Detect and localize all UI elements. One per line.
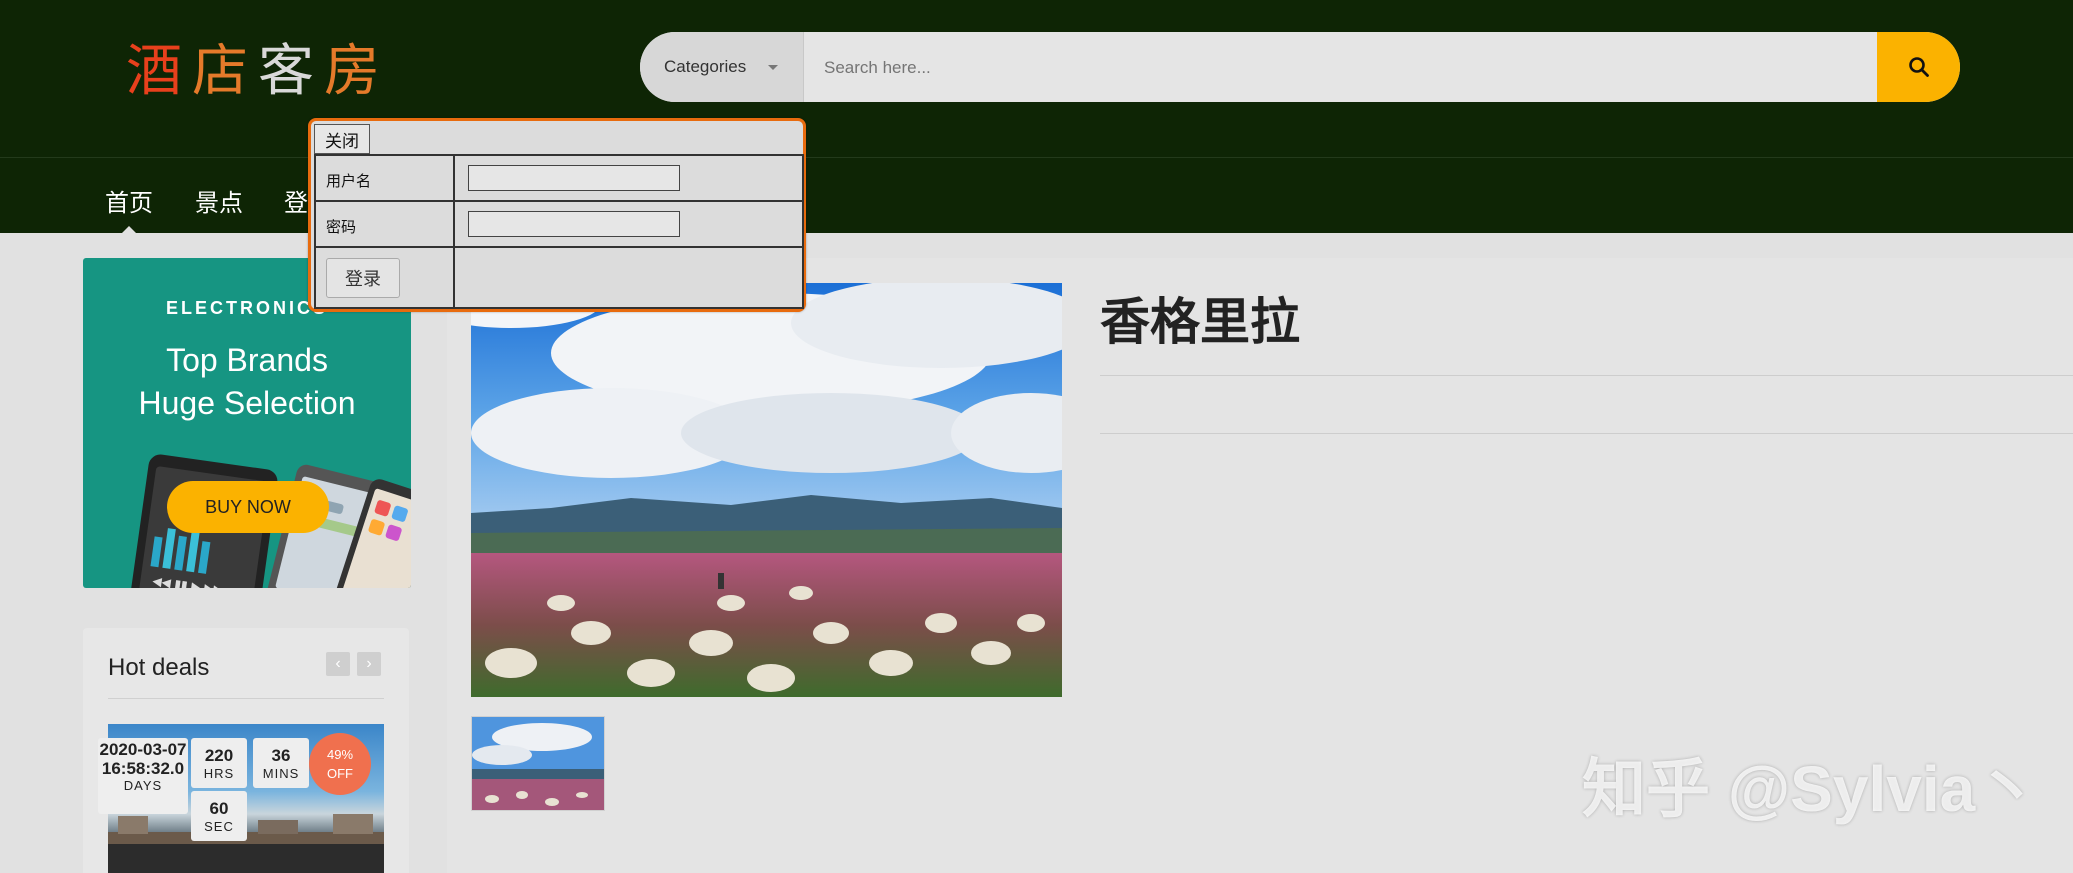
promo-title-line1: Top Brands bbox=[166, 342, 328, 378]
countdown-minutes-unit: MINS bbox=[262, 766, 300, 781]
username-input[interactable] bbox=[468, 165, 680, 191]
close-button[interactable]: 关闭 bbox=[314, 124, 370, 154]
next-arrow-button[interactable]: › bbox=[357, 652, 381, 676]
site-logo[interactable]: 酒店客房 bbox=[126, 26, 390, 107]
countdown-hours: 220 HRS bbox=[191, 738, 247, 788]
nav-item-login[interactable]: 登 bbox=[284, 183, 308, 218]
username-row: 用户名 bbox=[316, 156, 802, 202]
prev-arrow-button[interactable]: ‹ bbox=[326, 652, 350, 676]
countdown-hours-value: 220 bbox=[204, 746, 234, 765]
countdown-seconds-value: 60 bbox=[209, 799, 229, 818]
watermark: 知乎 @Sylvia丶 bbox=[1582, 753, 2040, 825]
discount-percent: 49% bbox=[326, 747, 354, 762]
logo-char: 房 bbox=[324, 39, 390, 104]
promo-title-line2: Huge Selection bbox=[138, 385, 356, 421]
product-main-image[interactable] bbox=[471, 283, 1062, 697]
divider bbox=[1100, 375, 2073, 376]
product-thumbnail[interactable] bbox=[471, 716, 605, 811]
category-select-label: Categories bbox=[664, 57, 747, 76]
login-form-table: 用户名 密码 登录 bbox=[314, 154, 804, 309]
login-button[interactable]: 登录 bbox=[326, 258, 400, 298]
countdown-seconds-unit: SEC bbox=[204, 819, 234, 834]
chevron-right-icon: › bbox=[366, 655, 372, 672]
password-label: 密码 bbox=[326, 218, 357, 236]
hot-deals-title: Hot deals bbox=[108, 654, 210, 681]
nav-item-home[interactable]: 首页 bbox=[105, 183, 153, 218]
chevron-down-icon bbox=[768, 65, 778, 70]
username-label: 用户名 bbox=[326, 172, 372, 190]
divider bbox=[108, 698, 384, 699]
discount-off: OFF bbox=[327, 766, 353, 781]
search-button[interactable] bbox=[1877, 32, 1960, 102]
password-input[interactable] bbox=[468, 211, 680, 237]
search-bar: Categories bbox=[640, 32, 1960, 102]
countdown-days-value: 2020-03-07 16:58:32.0 bbox=[99, 740, 187, 778]
search-input[interactable] bbox=[824, 56, 1724, 80]
discount-badge: 49% OFF bbox=[309, 733, 371, 795]
buy-now-button[interactable]: BUY NOW bbox=[167, 481, 329, 533]
chevron-left-icon: ‹ bbox=[335, 655, 341, 672]
search-icon bbox=[1908, 57, 1929, 77]
login-popup: 关闭 用户名 密码 登录 bbox=[308, 118, 806, 312]
countdown-days: 2020-03-07 16:58:32.0 DAYS bbox=[98, 738, 188, 814]
thumbnail-photo-illustration bbox=[472, 717, 604, 810]
countdown-days-unit: DAYS bbox=[123, 778, 163, 793]
category-select[interactable]: Categories bbox=[640, 32, 804, 102]
product-title: 香格里拉 bbox=[1100, 294, 1300, 350]
logo-char: 客 bbox=[258, 39, 324, 104]
nav-item-attractions[interactable]: 景点 bbox=[195, 183, 243, 218]
countdown-minutes-value: 36 bbox=[271, 746, 291, 765]
nav-active-indicator bbox=[121, 226, 137, 234]
divider bbox=[1100, 433, 2073, 434]
landscape-photo-illustration bbox=[471, 283, 1062, 697]
countdown-minutes: 36 MINS bbox=[253, 738, 309, 788]
password-row: 密码 bbox=[316, 202, 802, 248]
logo-char: 酒 bbox=[126, 39, 192, 104]
countdown-hours-unit: HRS bbox=[203, 766, 235, 781]
table-column-divider bbox=[453, 154, 455, 309]
submit-row: 登录 bbox=[316, 248, 802, 307]
logo-char: 店 bbox=[192, 39, 258, 104]
countdown-seconds: 60 SEC bbox=[191, 791, 247, 841]
